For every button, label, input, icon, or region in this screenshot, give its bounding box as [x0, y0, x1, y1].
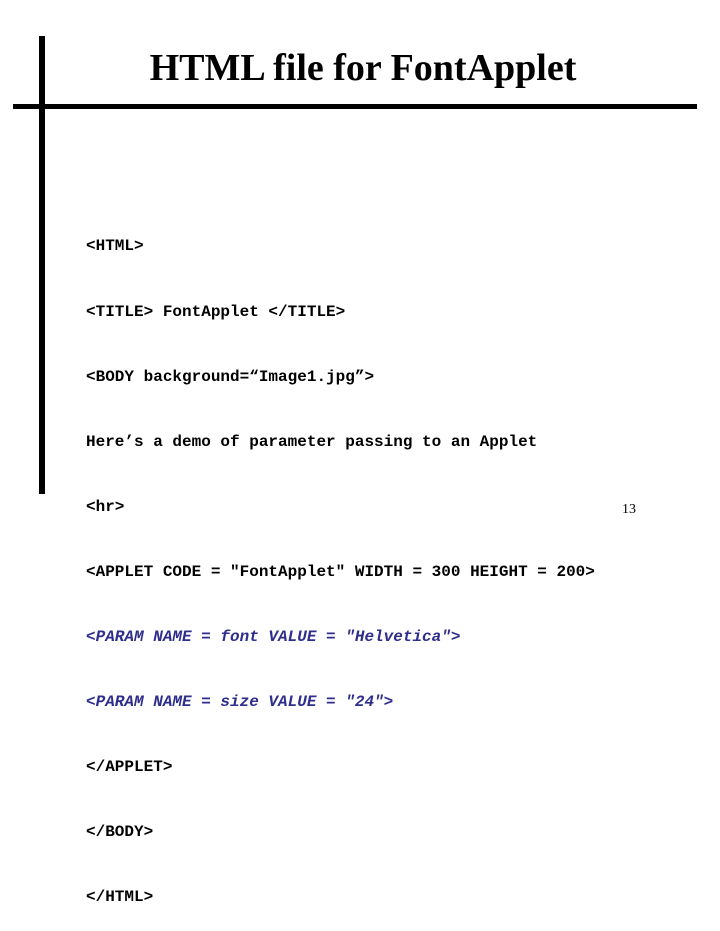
code-block: <HTML> <TITLE> FontApplet </TITLE> <BODY… — [86, 193, 595, 931]
code-line-body-open: <BODY background=“Image1.jpg”> — [86, 367, 375, 386]
code-line-text: Here’s a demo of parameter passing to an… — [86, 432, 538, 451]
code-line-html-open: <HTML> — [86, 237, 144, 256]
code-line-applet-close: </APPLET> — [86, 758, 173, 777]
code-line-param-font: <PARAM NAME = font VALUE = "Helvetica"> — [86, 627, 461, 646]
page-number: 13 — [622, 502, 636, 517]
horizontal-rule — [13, 104, 697, 109]
code-line-applet-open: <APPLET CODE = "FontApplet" WIDTH = 300 … — [86, 562, 595, 581]
code-line-hr: <hr> — [86, 497, 125, 516]
code-line-html-close: </HTML> — [86, 888, 154, 907]
code-line-title: <TITLE> FontApplet </TITLE> — [86, 302, 346, 321]
slide-title: HTML file for FontApplet — [149, 47, 577, 89]
code-line-body-close: </BODY> — [86, 823, 154, 842]
code-line-param-size: <PARAM NAME = size VALUE = "24"> — [86, 693, 394, 712]
